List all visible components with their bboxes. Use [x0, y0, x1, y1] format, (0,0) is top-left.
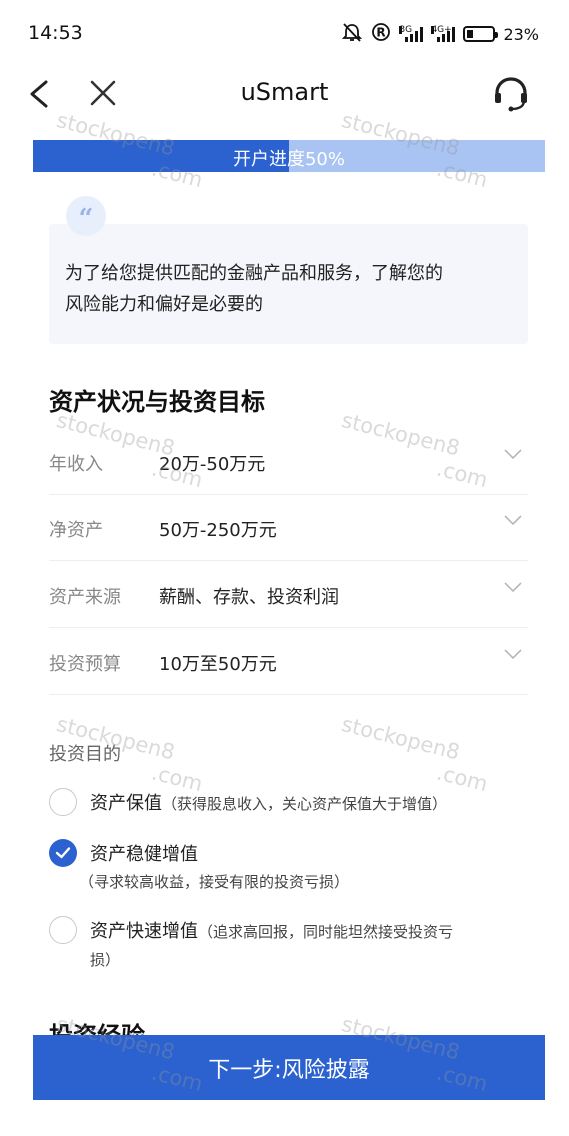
field-label: 年收入 — [49, 454, 103, 475]
next-step-button[interactable]: 下一步:风险披露 — [33, 1035, 545, 1100]
intro-text-line2: 风险能力和偏好是必要的 — [65, 294, 263, 315]
network-type-4g: 4G+ — [431, 25, 452, 35]
radio-checked[interactable] — [49, 839, 77, 867]
option-desc-cont: 损） — [90, 951, 121, 969]
field-row-asset-source[interactable]: 资产来源 薪酬、存款、投资利润 — [49, 561, 528, 628]
field-label: 资产来源 — [49, 587, 121, 608]
option-label: 资产稳健增值 — [90, 844, 198, 865]
field-row-annual-income[interactable]: 年收入 20万-50万元 — [49, 428, 528, 495]
field-value: 10万至50万元 — [159, 654, 277, 675]
option-desc: （获得股息收入，关心资产保值大于增值） — [162, 795, 448, 813]
check-icon — [55, 847, 71, 859]
nav-bar: uSmart — [0, 66, 569, 120]
intro-text-line1: 为了给您提供匹配的金融产品和服务，了解您的 — [65, 263, 443, 284]
watermark-line1: stockopen8 — [339, 712, 463, 765]
field-value: 50万-250万元 — [159, 520, 277, 541]
option-text: 资产保值（获得股息收入，关心资产保值大于增值） — [90, 789, 447, 815]
headset-icon[interactable] — [491, 74, 531, 114]
radio-unchecked[interactable] — [49, 788, 77, 816]
battery-icon — [463, 26, 499, 42]
mute-icon — [341, 22, 363, 46]
intro-card: 为了给您提供匹配的金融产品和服务，了解您的 风险能力和偏好是必要的 — [49, 224, 528, 344]
watermark: stockopen8 .com — [333, 712, 496, 796]
chevron-down-icon — [504, 582, 522, 593]
field-row-investment-budget[interactable]: 投资预算 10万至50万元 — [49, 628, 528, 695]
status-icons: R 3G 4G+ 23% — [341, 22, 539, 46]
svg-text:R: R — [377, 26, 386, 40]
intro-text: 为了给您提供匹配的金融产品和服务，了解您的 风险能力和偏好是必要的 — [65, 258, 510, 320]
status-time: 14:53 — [28, 22, 83, 44]
field-row-net-assets[interactable]: 净资产 50万-250万元 — [49, 494, 528, 561]
option-text: 资产快速增值（追求高回报，同时能坦然接受投资亏 — [90, 917, 453, 943]
field-label: 净资产 — [49, 520, 103, 541]
chevron-down-icon — [504, 515, 522, 526]
option-desc: （追求高回报，同时能坦然接受投资亏 — [198, 923, 454, 941]
page-title: uSmart — [240, 78, 329, 106]
radio-unchecked[interactable] — [49, 916, 77, 944]
registered-icon: R — [371, 22, 391, 46]
account-progress-bar: 开户进度50% — [33, 140, 545, 172]
option-desc: （寻求较高收益，接受有限的投资亏损） — [79, 873, 350, 891]
field-value: 20万-50万元 — [159, 454, 266, 475]
quote-icon: “ — [66, 196, 106, 236]
option-label: 资产快速增值 — [90, 921, 198, 942]
option-label: 资产保值 — [90, 793, 162, 814]
chevron-down-icon — [504, 449, 522, 460]
section-title: 资产状况与投资目标 — [49, 388, 265, 416]
purpose-title: 投资目的 — [49, 744, 121, 765]
field-value: 薪酬、存款、投资利润 — [159, 587, 339, 608]
signal-3g-icon: 3G — [399, 25, 424, 42]
network-type-3g: 3G — [399, 25, 413, 35]
battery-percent: 23% — [503, 24, 539, 44]
watermark-line2: .com — [434, 760, 491, 797]
chevron-down-icon — [504, 649, 522, 660]
signal-4g-icon: 4G+ — [431, 25, 456, 42]
progress-label: 开户进度50% — [232, 149, 345, 170]
field-label: 投资预算 — [49, 654, 121, 675]
status-bar: 14:53 R 3G 4G+ 23% — [0, 0, 569, 66]
